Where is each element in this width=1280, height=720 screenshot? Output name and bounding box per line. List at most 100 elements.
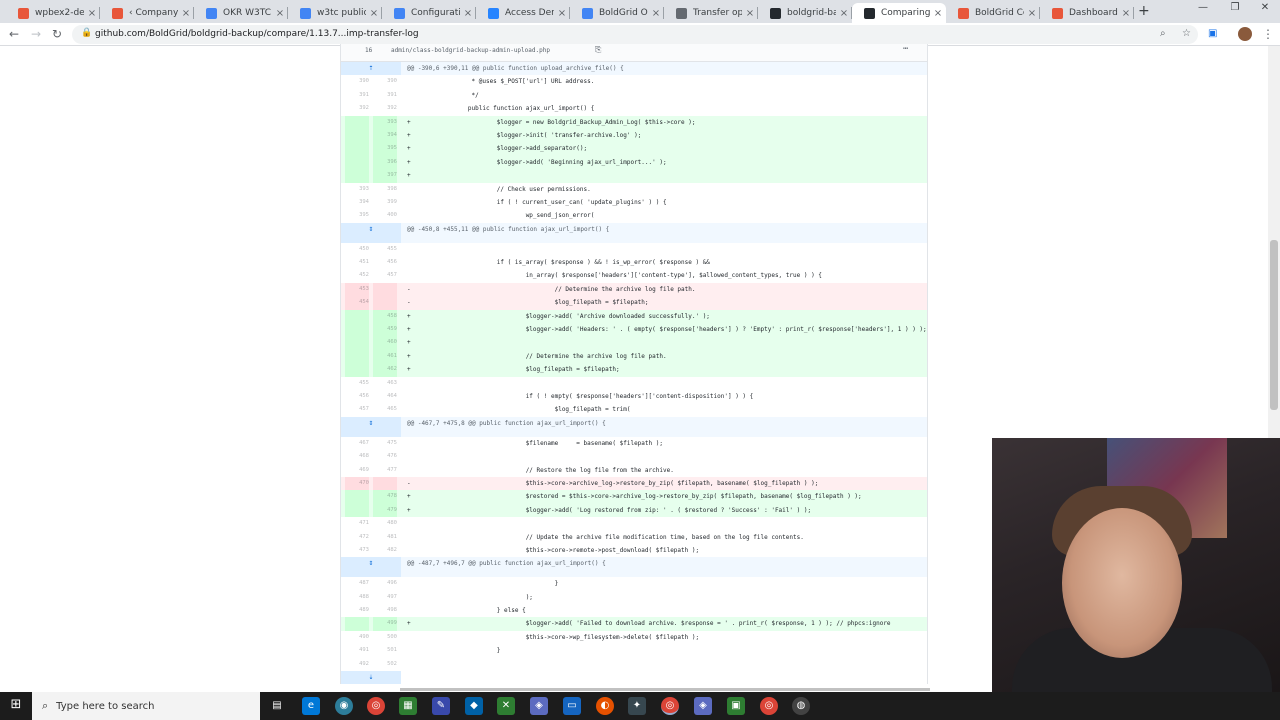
app-icon-6[interactable]: ▭ xyxy=(563,697,581,715)
old-line-number[interactable] xyxy=(345,363,369,377)
new-line-number[interactable]: 392 xyxy=(373,105,397,111)
browser-tab[interactable]: BoldGrid Cent× xyxy=(946,3,1040,23)
old-line-number[interactable]: 472 xyxy=(345,534,369,540)
old-line-number[interactable]: 452 xyxy=(345,272,369,278)
chrome-icon[interactable]: ◎ xyxy=(367,697,385,715)
old-line-number[interactable]: 390 xyxy=(345,78,369,84)
new-line-number[interactable]: 399 xyxy=(373,199,397,205)
old-line-number[interactable] xyxy=(345,336,369,350)
tab-close-icon[interactable]: × xyxy=(836,8,852,19)
new-line-number[interactable]: 462 xyxy=(373,363,397,377)
new-line-number[interactable]: 500 xyxy=(373,634,397,640)
old-line-number[interactable]: 490 xyxy=(345,634,369,640)
expand-lines-icon[interactable]: ⇡ xyxy=(341,62,401,76)
new-line-number[interactable]: 464 xyxy=(373,393,397,399)
old-line-number[interactable]: 471 xyxy=(345,520,369,526)
new-line-number[interactable]: 457 xyxy=(373,272,397,278)
new-line-number[interactable]: 478 xyxy=(373,490,397,504)
old-line-number[interactable]: 468 xyxy=(345,453,369,459)
edge-icon[interactable]: e xyxy=(302,697,320,715)
browser-tab[interactable]: Dashboard ‹ C× xyxy=(1040,3,1134,23)
reload-icon[interactable]: ↻ xyxy=(52,27,62,41)
new-line-number[interactable]: 499 xyxy=(373,617,397,631)
new-line-number[interactable]: 482 xyxy=(373,547,397,553)
new-line-number[interactable]: 475 xyxy=(373,440,397,446)
tab-close-icon[interactable]: × xyxy=(460,8,476,19)
chrome-profile-icon[interactable]: ◎ xyxy=(760,697,778,715)
omnibox[interactable]: 🔒 github.com/BoldGrid/boldgrid-backup/co… xyxy=(72,25,1198,44)
old-line-number[interactable]: 492 xyxy=(345,661,369,667)
vertical-scrollbar-thumb[interactable] xyxy=(1270,240,1278,410)
maximize-icon[interactable]: ❐ xyxy=(1220,2,1250,13)
old-line-number[interactable] xyxy=(345,617,369,631)
new-line-number[interactable]: 476 xyxy=(373,453,397,459)
new-line-number[interactable]: 400 xyxy=(373,212,397,218)
new-line-number[interactable]: 397 xyxy=(373,169,397,183)
expand-lines-icon[interactable]: ⇕ xyxy=(341,416,401,437)
new-line-number[interactable] xyxy=(373,282,397,297)
new-line-number[interactable]: 455 xyxy=(373,246,397,252)
notepad-plus-icon[interactable]: ▦ xyxy=(399,697,417,715)
new-line-number[interactable]: 497 xyxy=(373,594,397,600)
new-line-number[interactable]: 391 xyxy=(373,92,397,98)
browser-tab[interactable]: wpbex2-dev-i× xyxy=(6,3,100,23)
old-line-number[interactable]: 469 xyxy=(345,467,369,473)
old-line-number[interactable]: 450 xyxy=(345,246,369,252)
old-line-number[interactable]: 451 xyxy=(345,259,369,265)
old-line-number[interactable] xyxy=(345,503,369,518)
forward-icon[interactable]: → xyxy=(31,27,41,41)
extension-icon[interactable]: ▣ xyxy=(1208,28,1217,39)
back-icon[interactable]: ← xyxy=(9,27,19,41)
old-line-number[interactable] xyxy=(345,142,369,156)
new-line-number[interactable]: 461 xyxy=(373,349,397,364)
old-line-number[interactable] xyxy=(345,169,369,183)
new-line-number[interactable]: 390 xyxy=(373,78,397,84)
copy-icon[interactable]: ⎘ xyxy=(595,45,601,55)
old-line-number[interactable]: 453 xyxy=(345,282,369,297)
old-line-number[interactable]: 393 xyxy=(345,186,369,192)
new-line-number[interactable] xyxy=(373,296,397,310)
taskbar-search-box[interactable]: ⌕ Type here to search xyxy=(32,692,260,720)
new-line-number[interactable]: 463 xyxy=(373,380,397,386)
old-line-number[interactable]: 488 xyxy=(345,594,369,600)
app-icon-2[interactable]: ✎ xyxy=(432,697,450,715)
app-icon-5[interactable]: ◈ xyxy=(530,697,548,715)
old-line-number[interactable]: 391 xyxy=(345,92,369,98)
browser-tab[interactable]: Transfer optic× xyxy=(664,3,758,23)
old-line-number[interactable] xyxy=(345,349,369,364)
tab-close-icon[interactable]: × xyxy=(1024,8,1040,19)
tab-close-icon[interactable]: × xyxy=(272,8,288,19)
new-line-number[interactable]: 498 xyxy=(373,607,397,613)
old-line-number[interactable]: 394 xyxy=(345,199,369,205)
close-window-icon[interactable]: ✕ xyxy=(1250,2,1280,13)
browser-tab[interactable]: w3tc public ba× xyxy=(288,3,382,23)
old-line-number[interactable] xyxy=(345,323,369,337)
new-line-number[interactable]: 456 xyxy=(373,259,397,265)
old-line-number[interactable] xyxy=(345,128,369,143)
browser-tab[interactable]: Comparing 1.× xyxy=(852,3,946,23)
old-line-number[interactable]: 392 xyxy=(345,105,369,111)
expand-lines-icon[interactable]: ⇕ xyxy=(341,222,401,243)
obs-icon[interactable]: ◍ xyxy=(792,697,810,715)
zoom-search-icon[interactable]: ⌕ xyxy=(1160,28,1166,39)
task-view-icon[interactable]: ▤ xyxy=(268,697,286,715)
tab-close-icon[interactable]: × xyxy=(648,8,664,19)
url-text[interactable]: github.com/BoldGrid/boldgrid-backup/comp… xyxy=(95,29,419,39)
tab-close-icon[interactable]: × xyxy=(554,8,570,19)
new-line-number[interactable]: 394 xyxy=(373,128,397,143)
browser-tab[interactable]: Access Denied× xyxy=(476,3,570,23)
new-tab-button[interactable]: + xyxy=(1138,3,1154,19)
old-line-number[interactable] xyxy=(345,155,369,170)
browser-tab[interactable]: ‹ Company Na× xyxy=(100,3,194,23)
tab-close-icon[interactable]: × xyxy=(1118,8,1134,19)
windows-start-icon[interactable]: ⊞ xyxy=(0,692,32,720)
app-icon-9[interactable]: ▣ xyxy=(727,697,745,715)
chrome-active-icon[interactable]: ◎ xyxy=(661,697,679,715)
browser-tab[interactable]: boldgrid-back× xyxy=(758,3,852,23)
firefox-icon[interactable]: ◐ xyxy=(596,697,614,715)
old-line-number[interactable] xyxy=(345,309,369,324)
new-line-number[interactable]: 458 xyxy=(373,309,397,324)
horizontal-scrollbar[interactable] xyxy=(400,688,930,691)
new-line-number[interactable]: 479 xyxy=(373,503,397,518)
file-options-icon[interactable]: ⋯ xyxy=(903,44,908,54)
